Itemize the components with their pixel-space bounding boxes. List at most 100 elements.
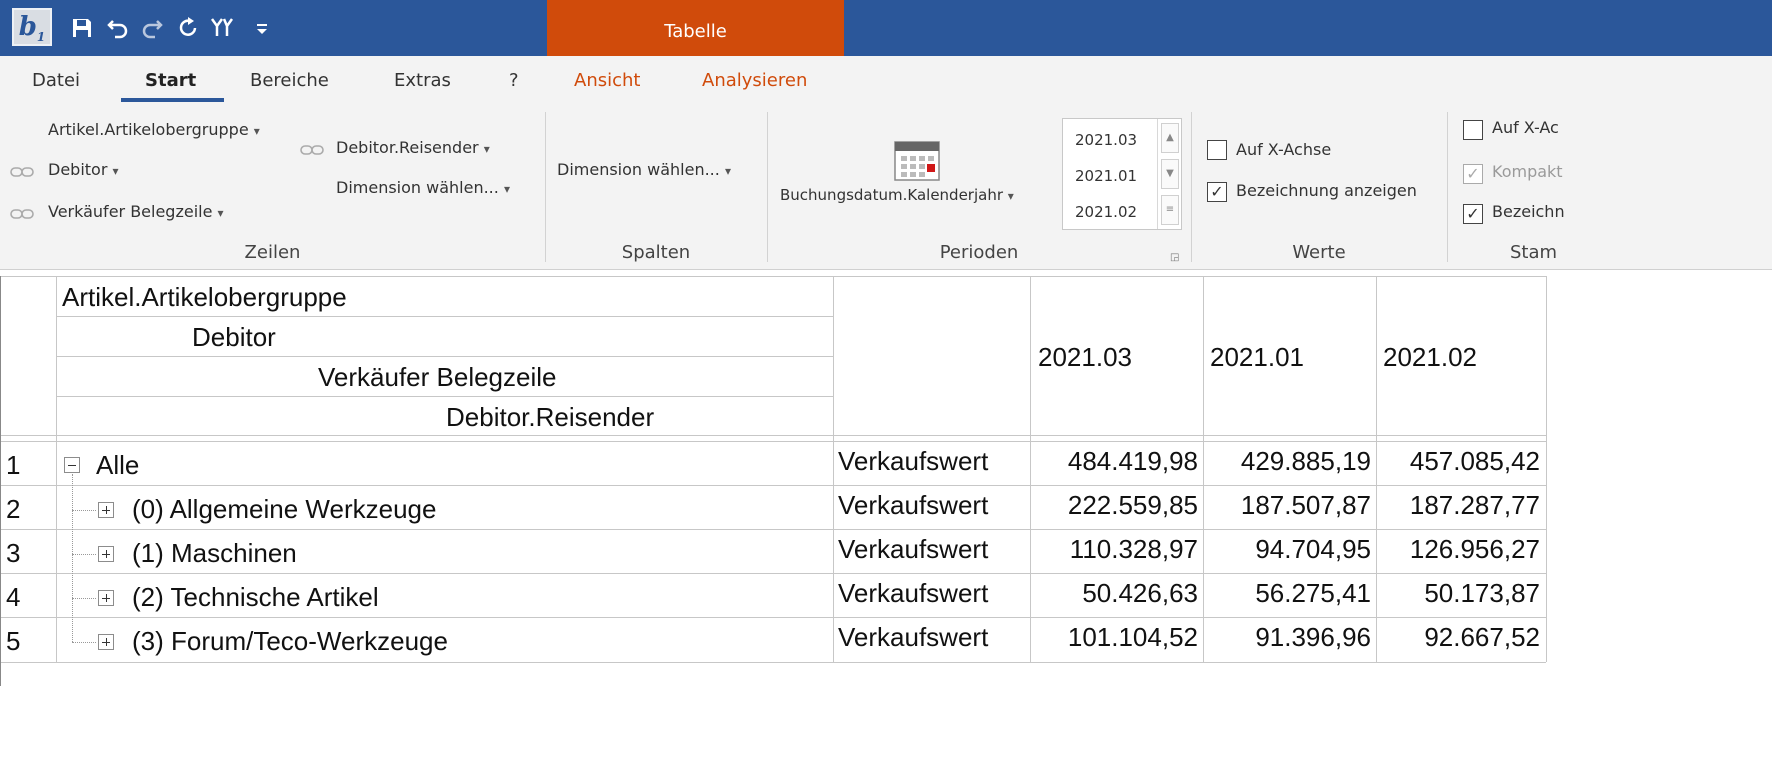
tools-icon[interactable] — [206, 10, 238, 46]
row-dim-choose[interactable]: Dimension wählen... ▾ — [336, 178, 510, 197]
context-tab-tabelle: Tabelle — [547, 0, 844, 56]
expand-icon[interactable] — [98, 590, 114, 606]
tab-extras[interactable]: Extras — [394, 56, 451, 104]
grid-line — [0, 276, 1, 686]
cell-value: 484.419,98 — [1067, 446, 1198, 476]
checkbox-bezeichnung-anzeigen[interactable]: ✓ — [1207, 182, 1227, 202]
cell-value: 110.328,97 — [1069, 534, 1198, 564]
group-label-zeilen: Zeilen — [244, 242, 301, 263]
group-label-spalten: Spalten — [621, 242, 691, 263]
expand-icon[interactable] — [98, 634, 114, 650]
chevron-down-icon: ▾ — [253, 124, 260, 138]
context-tab-label: Tabelle — [664, 21, 727, 42]
measure-label: Verkaufswert — [838, 534, 989, 564]
tab-ansicht[interactable]: Ansicht — [574, 56, 640, 104]
col-dim-choose-label: Dimension wählen... — [557, 160, 720, 179]
expand-icon[interactable] — [98, 546, 114, 562]
row-dim-debitor[interactable]: Debitor ▾ — [48, 160, 119, 179]
checkbox-stamm-bezeichnung-label: Bezeichn — [1492, 202, 1565, 221]
period-value[interactable]: 2021.02 — [1075, 203, 1137, 221]
period-value[interactable]: 2021.03 — [1075, 131, 1137, 149]
grid-line — [833, 276, 834, 662]
column-header[interactable]: 2021.02 — [1383, 342, 1477, 373]
checkbox-bezeichnung-anzeigen-label: Bezeichnung anzeigen — [1236, 181, 1417, 200]
scroll-down-icon[interactable]: ▼ — [1161, 159, 1179, 189]
row-label: (1) Maschinen — [132, 538, 297, 568]
row-number: 2 — [6, 494, 21, 524]
pivot-grid: Artikel.Artikelobergruppe Debitor Verkäu… — [0, 276, 1772, 778]
more-options-icon[interactable]: ≡ — [1161, 195, 1179, 225]
chevron-down-icon: ▾ — [1007, 189, 1014, 203]
row-label: (2) Technische Artikel — [132, 582, 379, 612]
measure-label: Verkaufswert — [838, 490, 989, 520]
undo-icon[interactable] — [102, 10, 134, 46]
group-label-werte: Werte — [1292, 242, 1346, 263]
row-dim-choose-label: Dimension wählen... — [336, 178, 499, 197]
link-icon — [300, 145, 324, 155]
row-label: (0) Allgemeine Werkzeuge — [132, 494, 437, 524]
cell-value: 222.559,85 — [1067, 490, 1198, 520]
checkbox-stamm-auf-x-achse-label: Auf X-Ac — [1492, 118, 1559, 137]
refresh-icon[interactable] — [172, 10, 204, 46]
cell-value: 94.704,95 — [1255, 534, 1371, 564]
row-dim-verkaeufer[interactable]: Verkäufer Belegzeile ▾ — [48, 202, 224, 221]
period-value[interactable]: 2021.01 — [1075, 167, 1137, 185]
checkbox-auf-x-achse[interactable] — [1207, 140, 1227, 160]
scroll-up-icon[interactable]: ▲ — [1161, 123, 1179, 153]
redo-icon[interactable] — [136, 10, 168, 46]
checkbox-stamm-auf-x-achse[interactable] — [1463, 120, 1483, 140]
chevron-down-icon: ▾ — [724, 164, 731, 178]
header-level-verkaeufer: Verkäufer Belegzeile — [318, 362, 557, 392]
header-level-reisender: Debitor.Reisender — [446, 402, 655, 432]
cell-value: 92.667,52 — [1424, 622, 1540, 652]
measure-label: Verkaufswert — [838, 446, 989, 476]
app-logo[interactable]: b1 — [12, 8, 52, 46]
row-dim-artikelobergruppe-label: Artikel.Artikelobergruppe — [48, 120, 249, 139]
grid-line — [56, 356, 833, 357]
grid-line — [56, 316, 833, 317]
checkbox-stamm-bezeichnung[interactable]: ✓ — [1463, 204, 1483, 224]
chevron-down-icon: ▾ — [217, 206, 224, 220]
period-field-label: Buchungsdatum.Kalenderjahr — [780, 186, 1004, 204]
grid-line — [0, 573, 1546, 574]
customize-icon[interactable] — [246, 10, 278, 46]
title-bar: b1 Tabelle — [0, 0, 1772, 56]
row-dim-reisender[interactable]: Debitor.Reisender ▾ — [336, 138, 490, 157]
row-dim-debitor-label: Debitor — [48, 160, 108, 179]
column-header[interactable]: 2021.03 — [1038, 342, 1132, 373]
tab-analysieren[interactable]: Analysieren — [702, 56, 807, 104]
tab-bereiche[interactable]: Bereiche — [250, 56, 329, 104]
period-list-divider — [1157, 119, 1158, 229]
tab-datei[interactable]: Datei — [32, 56, 80, 104]
chevron-down-icon: ▾ — [483, 142, 490, 156]
grid-line — [0, 617, 1546, 618]
checkbox-stamm-kompakt[interactable]: ✓ — [1463, 164, 1483, 184]
tab-help[interactable]: ? — [509, 56, 519, 104]
period-field[interactable]: Buchungsdatum.Kalenderjahr ▾ — [780, 186, 1014, 204]
cell-value: 126.956,27 — [1409, 534, 1540, 564]
column-header[interactable]: 2021.01 — [1210, 342, 1304, 373]
ribbon: Artikel.Artikelobergruppe ▾ Debitor ▾ Ve… — [0, 104, 1772, 270]
period-list[interactable]: 2021.03 2021.01 2021.02 ▲ ▼ ≡ — [1062, 118, 1182, 230]
tree-connector — [72, 554, 96, 555]
cell-value: 56.275,41 — [1255, 578, 1371, 608]
tab-start[interactable]: Start — [120, 56, 225, 104]
row-dim-artikelobergruppe[interactable]: Artikel.Artikelobergruppe ▾ — [48, 120, 260, 139]
save-icon[interactable] — [66, 10, 98, 46]
tree-connector — [72, 510, 96, 511]
cell-value: 91.396,96 — [1255, 622, 1371, 652]
row-label: Alle — [96, 450, 140, 480]
grid-line — [0, 276, 1546, 277]
measure-label: Verkaufswert — [838, 578, 989, 608]
expand-icon[interactable] — [98, 502, 114, 518]
grid-line — [0, 529, 1546, 530]
cell-value: 50.426,63 — [1082, 578, 1198, 608]
col-dim-choose[interactable]: Dimension wählen... ▾ — [557, 160, 731, 179]
row-dim-verkaeufer-label: Verkäufer Belegzeile — [48, 202, 213, 221]
tree-connector — [72, 474, 73, 642]
calendar-icon[interactable] — [893, 138, 941, 182]
collapse-icon[interactable] — [64, 457, 80, 473]
app-logo-sub: 1 — [36, 30, 46, 45]
header-level-debitor: Debitor — [192, 322, 276, 352]
measure-label: Verkaufswert — [838, 622, 989, 652]
